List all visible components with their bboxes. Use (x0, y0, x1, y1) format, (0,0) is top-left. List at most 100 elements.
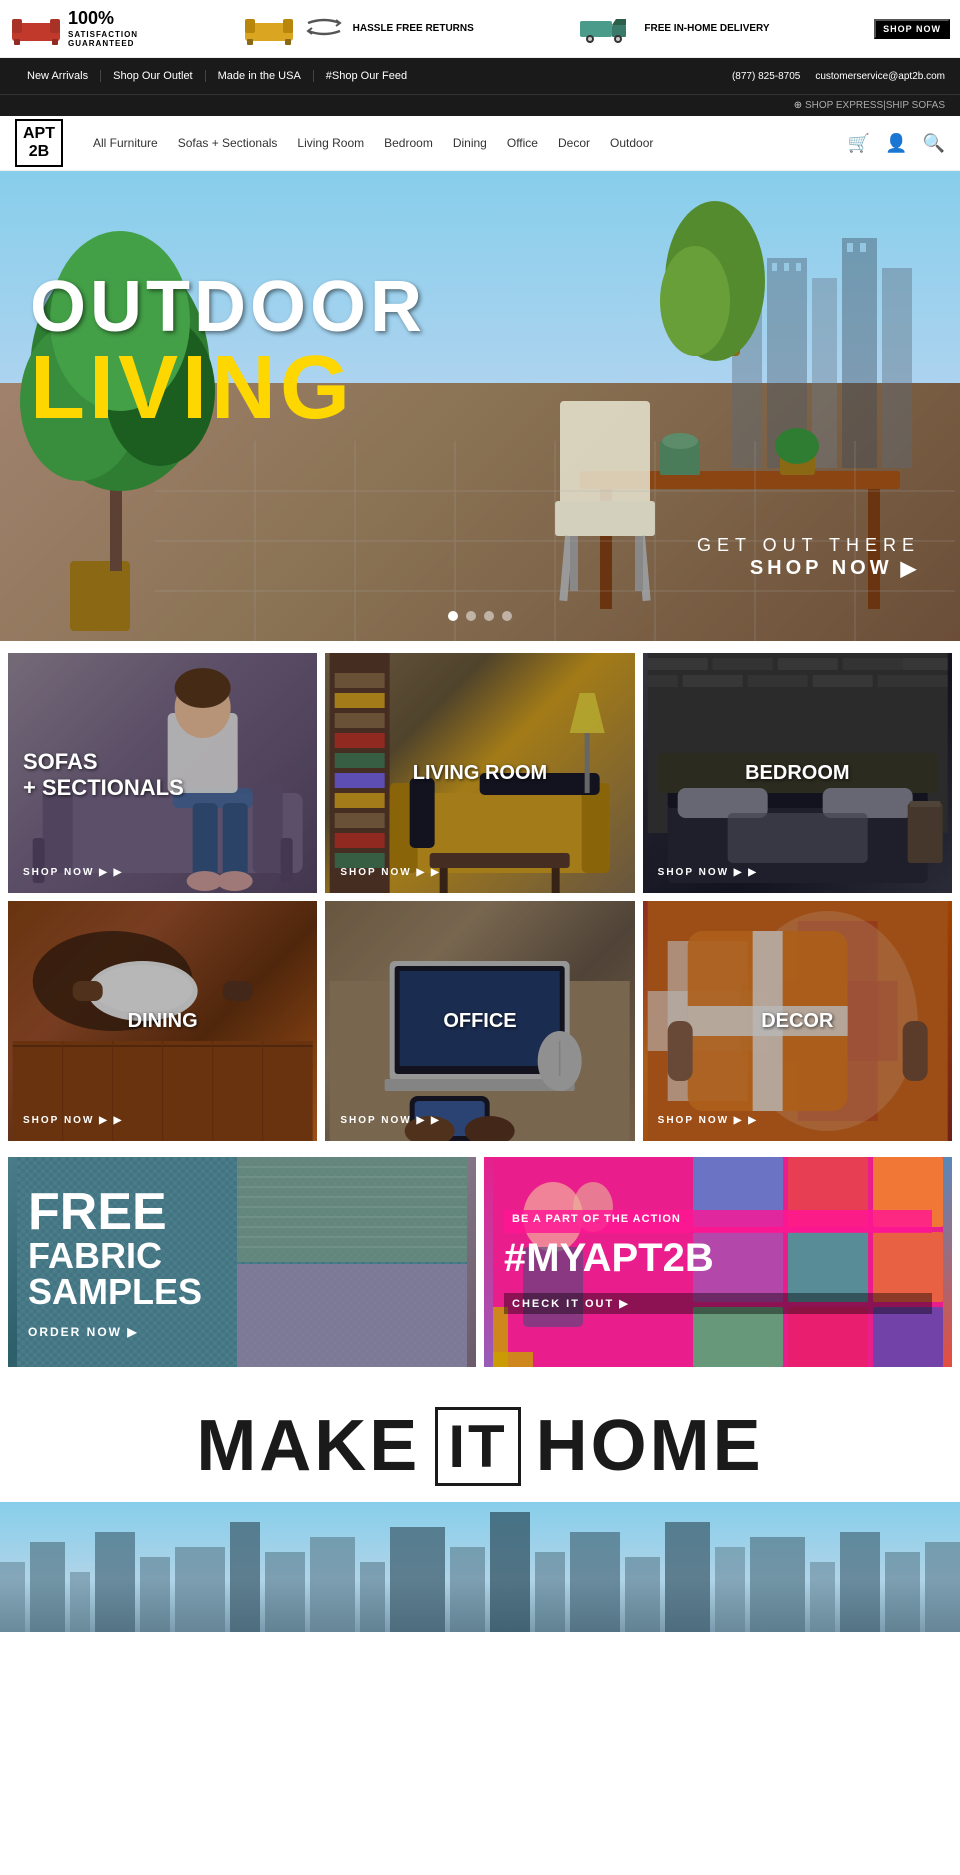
nav-sofas-sectionals[interactable]: Sofas + Sectionals (168, 136, 288, 150)
sofas-title: SOFAS+ SECTIONALS (23, 749, 184, 802)
express-ship-label[interactable]: ⊕ SHOP EXPRESS|SHIP SOFAS (794, 100, 945, 111)
social-banner[interactable]: BE A PART OF THE ACTION #MYAPT2B CHECK I… (484, 1157, 952, 1367)
account-icon[interactable]: 👤 (885, 133, 907, 154)
category-sofas[interactable]: SOFAS+ SECTIONALS SHOP NOW ▶ (8, 653, 317, 893)
nav-dining[interactable]: Dining (443, 136, 497, 150)
hero-plant-right (660, 181, 780, 361)
hero-shop-now[interactable]: SHOP NOW ▶ (697, 556, 920, 581)
category-decor[interactable]: DECOR SHOP NOW ▶ (643, 901, 952, 1141)
satisfaction-label: SATISFACTIONGUARANTEED (68, 30, 138, 49)
logo-apt: APT (23, 125, 55, 143)
top-nav-contact: (877) 825-8705 customerservice@apt2b.com (732, 71, 945, 82)
phone-number[interactable]: (877) 825-8705 (732, 71, 800, 82)
fabric-content: FREE FABRIC SAMPLES ORDER NOW (8, 1157, 476, 1367)
hero-content: OUTDOOR LIVING (30, 271, 426, 433)
make-it-home-section: MAKE IT HOME (0, 1375, 960, 1502)
category-living[interactable]: LIVING ROOM SHOP NOW ▶ (325, 653, 634, 893)
office-overlay: OFFICE SHOP NOW ▶ (325, 901, 634, 1141)
cart-icon[interactable]: 🛒 (848, 133, 870, 154)
home-word: HOME (536, 1405, 764, 1487)
decor-shop-now[interactable]: SHOP NOW ▶ (658, 1115, 758, 1126)
bedroom-shop-now[interactable]: SHOP NOW ▶ (658, 867, 758, 878)
search-icon[interactable]: 🔍 (923, 133, 945, 154)
satisfaction-text: 100% SATISFACTIONGUARANTEED (68, 8, 138, 49)
email-address[interactable]: customerservice@apt2b.com (815, 71, 945, 82)
hero-cta[interactable]: GET OUT THERE SHOP NOW ▶ (697, 535, 920, 581)
hero-dot-2[interactable] (466, 611, 476, 621)
office-title: OFFICE (443, 1009, 516, 1033)
it-word: IT (435, 1407, 520, 1486)
bottom-banners: FREE FABRIC SAMPLES ORDER NOW (0, 1153, 960, 1375)
dining-shop-now[interactable]: SHOP NOW ▶ (23, 1115, 123, 1126)
dining-title: DINING (128, 1009, 198, 1033)
hero-subtitle: GET OUT THERE (697, 535, 920, 556)
returns-text: HASSLE FREE RETURNS (353, 23, 474, 35)
hero-dots (448, 611, 512, 621)
top-nav-links: New Arrivals Shop Our Outlet Made in the… (15, 70, 419, 82)
hero-title-living: LIVING (30, 343, 426, 433)
hero-banner[interactable]: OUTDOOR LIVING GET OUT THERE SHOP NOW ▶ (0, 171, 960, 641)
arrow-icon: ▶ (901, 556, 920, 581)
category-office[interactable]: OFFICE SHOP NOW ▶ (325, 901, 634, 1141)
returns-icon-arrows (306, 15, 342, 42)
fabric-order-btn[interactable]: ORDER NOW (28, 1325, 456, 1339)
delivery-label: FREE IN-HOME DELIVERY (644, 23, 769, 35)
category-dining[interactable]: DINING SHOP NOW ▶ (8, 901, 317, 1141)
social-be-part: BE A PART OF THE ACTION (512, 1213, 924, 1225)
category-grid: SOFAS+ SECTIONALS SHOP NOW ▶ (0, 641, 960, 1153)
city-footer (0, 1502, 960, 1632)
office-shop-now[interactable]: SHOP NOW ▶ (340, 1115, 440, 1126)
bedroom-title: BEDROOM (745, 761, 849, 785)
social-hashtag: #MYAPT2B (504, 1238, 932, 1278)
decor-title: DECOR (761, 1009, 833, 1033)
decor-overlay: DECOR SHOP NOW ▶ (643, 901, 952, 1141)
sofa-icon-gold (243, 11, 295, 47)
main-nav-icons: 🛒 👤 🔍 (848, 133, 945, 154)
delivery-text: FREE IN-HOME DELIVERY (644, 23, 769, 35)
fabric-label: FABRIC (28, 1238, 456, 1274)
nav-shop-feed[interactable]: #Shop Our Feed (314, 70, 419, 82)
living-overlay: LIVING ROOM SHOP NOW ▶ (325, 653, 634, 893)
main-nav: APT 2B All Furniture Sofas + Sectionals … (0, 116, 960, 171)
category-bedroom[interactable]: BEDROOM SHOP NOW ▶ (643, 653, 952, 893)
satisfaction-percent: 100% (68, 8, 138, 30)
main-nav-links: All Furniture Sofas + Sectionals Living … (83, 136, 848, 150)
nav-living-room[interactable]: Living Room (287, 136, 374, 150)
nav-office[interactable]: Office (497, 136, 548, 150)
logo-2b: 2B (23, 143, 55, 161)
make-word: MAKE (196, 1405, 420, 1487)
sofa-icon (10, 11, 62, 47)
logo[interactable]: APT 2B (15, 119, 63, 166)
nav-shop-outlet[interactable]: Shop Our Outlet (101, 70, 206, 82)
dining-overlay: DINING SHOP NOW ▶ (8, 901, 317, 1141)
returns-promo: HASSLE FREE RETURNS (243, 11, 474, 47)
fabric-samples: SAMPLES (28, 1274, 456, 1310)
promo-bar: 100% SATISFACTIONGUARANTEED HASSLE FREE … (0, 0, 960, 58)
sofas-overlay: SOFAS+ SECTIONALS SHOP NOW ▶ (8, 653, 317, 893)
nav-bedroom[interactable]: Bedroom (374, 136, 443, 150)
social-content: BE A PART OF THE ACTION #MYAPT2B CHECK I… (484, 1157, 952, 1367)
nav-made-usa[interactable]: Made in the USA (206, 70, 314, 82)
nav-decor[interactable]: Decor (548, 136, 600, 150)
truck-icon (578, 11, 638, 47)
hero-dot-1[interactable] (448, 611, 458, 621)
delivery-promo: FREE IN-HOME DELIVERY (578, 11, 769, 47)
fabric-free: FREE (28, 1186, 456, 1238)
living-shop-now[interactable]: SHOP NOW ▶ (340, 867, 440, 878)
express-nav: ⊕ SHOP EXPRESS|SHIP SOFAS (0, 94, 960, 116)
hero-dot-3[interactable] (484, 611, 494, 621)
returns-label: HASSLE FREE RETURNS (353, 23, 474, 35)
living-title: LIVING ROOM (413, 761, 547, 785)
nav-all-furniture[interactable]: All Furniture (83, 136, 168, 150)
nav-outdoor[interactable]: Outdoor (600, 136, 663, 150)
hero-dot-4[interactable] (502, 611, 512, 621)
shop-now-button[interactable]: SHOP NOW (874, 19, 950, 39)
fabric-samples-banner[interactable]: FREE FABRIC SAMPLES ORDER NOW (8, 1157, 476, 1367)
bedroom-overlay: BEDROOM SHOP NOW ▶ (643, 653, 952, 893)
top-nav-bar: New Arrivals Shop Our Outlet Made in the… (0, 58, 960, 94)
sofas-shop-now[interactable]: SHOP NOW ▶ (23, 867, 123, 878)
nav-new-arrivals[interactable]: New Arrivals (15, 70, 101, 82)
satisfaction-promo: 100% SATISFACTIONGUARANTEED (10, 8, 138, 49)
hero-title-outdoor: OUTDOOR (30, 271, 426, 343)
social-check-btn[interactable]: CHECK IT OUT (504, 1293, 932, 1314)
